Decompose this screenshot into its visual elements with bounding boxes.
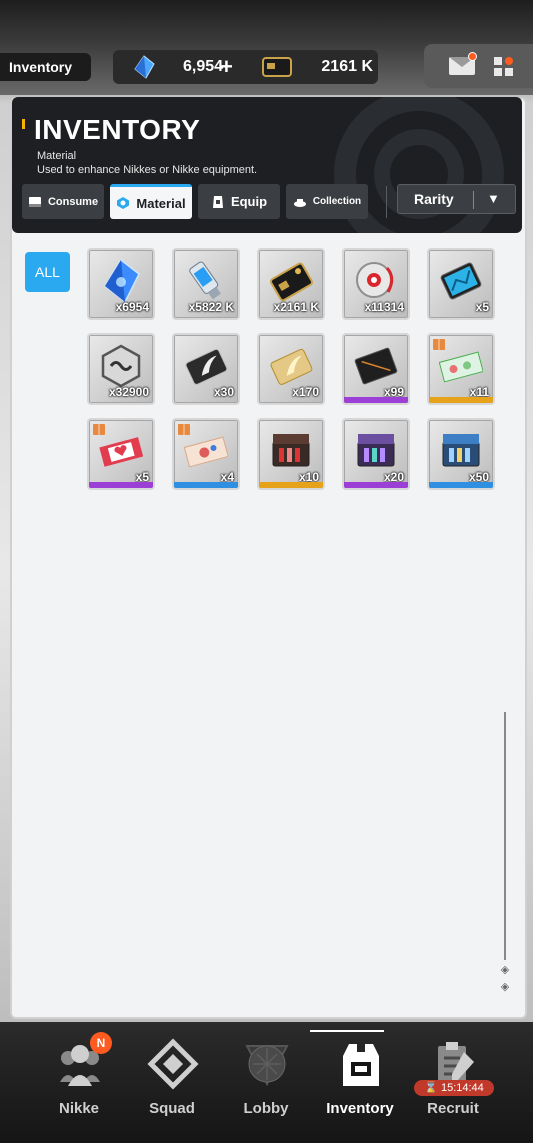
tablet-item[interactable]: x5 <box>427 248 495 320</box>
consume-icon <box>28 196 41 207</box>
mail-notify-dot <box>468 52 477 61</box>
collection-icon <box>293 198 306 207</box>
wing-card-icon <box>185 348 228 385</box>
lobby-icon <box>245 1045 289 1087</box>
tab-collection[interactable]: Collection <box>286 184 368 219</box>
rarity-sort-label: Rarity <box>414 191 454 207</box>
menu-grid-icon[interactable] <box>494 57 514 77</box>
credit-card-item[interactable]: x2161 K <box>257 248 325 320</box>
item-quantity: x170 <box>292 385 319 399</box>
nav-nikke-label: Nikke <box>58 1100 100 1117</box>
hex-module-item[interactable]: x32900 <box>87 333 155 405</box>
rarity-bar <box>174 482 238 488</box>
gold-card-icon <box>270 348 313 385</box>
page-title: INVENTORY <box>34 114 201 145</box>
nav-recruit-label: Recruit <box>427 1100 479 1117</box>
equip-icon <box>212 195 223 208</box>
credit-icon <box>262 57 292 77</box>
currency-bar: 6,954 + 2161 K <box>113 50 378 84</box>
gem-item[interactable]: x6954 <box>87 248 155 320</box>
tab-equip[interactable]: Equip <box>198 184 280 219</box>
cream-ticket-icon <box>184 436 228 468</box>
buy-gems-button[interactable]: + <box>220 54 233 80</box>
green-ticket-item[interactable]: x11 <box>427 333 495 405</box>
tablet-icon <box>440 262 482 300</box>
scroll-down-icon[interactable]: ◈ <box>499 981 511 993</box>
red-ticket-icon <box>99 437 143 467</box>
dropdown-divider <box>473 191 474 209</box>
black-case-icon <box>354 347 398 385</box>
gold-card-item[interactable]: x170 <box>257 333 325 405</box>
filter-all-button[interactable]: ALL <box>25 252 70 292</box>
rarity-bar <box>259 482 323 488</box>
item-quantity: x6954 <box>115 300 149 314</box>
chevron-down-icon: ▼ <box>487 191 500 206</box>
tab-collection-label: Collection <box>312 196 362 207</box>
inventory-header: INVENTORY Material Used to enhance Nikke… <box>12 97 522 233</box>
nav-squad-label: Squad <box>149 1100 195 1117</box>
tab-equip-label: Equip <box>230 194 268 209</box>
item-quantity: x11314 <box>364 300 404 314</box>
wing-card-item[interactable]: x30 <box>172 333 240 405</box>
red-toolbox-item[interactable]: x10 <box>257 418 325 490</box>
hourglass-icon: ⌛ <box>424 1082 438 1094</box>
red-ticket-item[interactable]: x5 <box>87 418 155 490</box>
item-quantity: x2161 K <box>273 300 319 314</box>
tab-material[interactable]: Material <box>110 184 192 219</box>
hex-module-icon <box>101 344 141 388</box>
nav-squad[interactable]: Squad <box>122 1022 222 1143</box>
rarity-bar <box>89 482 153 488</box>
recruit-timer: ⌛ 15:14:44 <box>414 1080 494 1096</box>
rarity-bar <box>344 397 408 403</box>
item-quantity: x30 <box>213 385 234 399</box>
rarity-bar <box>429 397 493 403</box>
usb-item[interactable]: x5822 K <box>172 248 240 320</box>
tab-divider <box>386 186 387 218</box>
blue-toolbox-icon <box>442 434 480 467</box>
breadcrumb: Inventory <box>0 53 91 81</box>
red-toolbox-icon <box>272 434 310 467</box>
core-orb-item[interactable]: x11314 <box>342 248 410 320</box>
new-badge: N <box>90 1032 112 1054</box>
gem-icon <box>104 258 140 304</box>
top-actions <box>424 44 533 88</box>
recruit-timer-value: 15:14:44 <box>440 1082 484 1094</box>
tab-material-label: Material <box>136 195 186 211</box>
purple-toolbox-icon <box>357 434 395 467</box>
credit-card-icon <box>270 262 313 302</box>
nav-lobby-label: Lobby <box>243 1100 289 1117</box>
blue-toolbox-item[interactable]: x50 <box>427 418 495 490</box>
scroll-up-icon[interactable]: ◈ <box>499 964 511 976</box>
credit-count: 2161 K <box>321 58 373 75</box>
nav-inventory-label: Inventory <box>326 1100 394 1117</box>
inventory-icon <box>343 1044 379 1086</box>
material-icon <box>117 197 130 209</box>
cream-ticket-item[interactable]: x4 <box>172 418 240 490</box>
item-quantity: x5 <box>475 300 489 314</box>
nav-lobby[interactable]: Lobby <box>216 1022 316 1143</box>
category-description: Used to enhance Nikkes or Nikke equipmen… <box>37 164 258 176</box>
usb-drive-icon <box>189 261 221 300</box>
core-orb-icon <box>356 262 394 298</box>
tab-consume-label: Consume <box>47 195 99 208</box>
inventory-panel <box>10 97 527 1019</box>
purple-toolbox-item[interactable]: x20 <box>342 418 410 490</box>
item-quantity: x32900 <box>108 385 149 399</box>
gem-icon <box>134 55 155 79</box>
tab-consume[interactable]: Consume <box>22 184 104 219</box>
scrollbar[interactable] <box>504 712 506 960</box>
nav-nikke[interactable]: N Nikke <box>29 1022 129 1143</box>
rarity-bar <box>344 482 408 488</box>
rarity-sort-dropdown[interactable]: Rarity ▼ <box>397 184 516 214</box>
header-marker <box>22 119 25 129</box>
nav-inventory[interactable]: Inventory <box>310 1022 410 1143</box>
category-subtitle: Material <box>37 150 77 162</box>
green-ticket-icon <box>439 351 483 383</box>
item-quantity: x5822 K <box>188 300 234 314</box>
black-case-item[interactable]: x99 <box>342 333 410 405</box>
rarity-bar <box>429 482 493 488</box>
squad-icon <box>147 1038 199 1090</box>
